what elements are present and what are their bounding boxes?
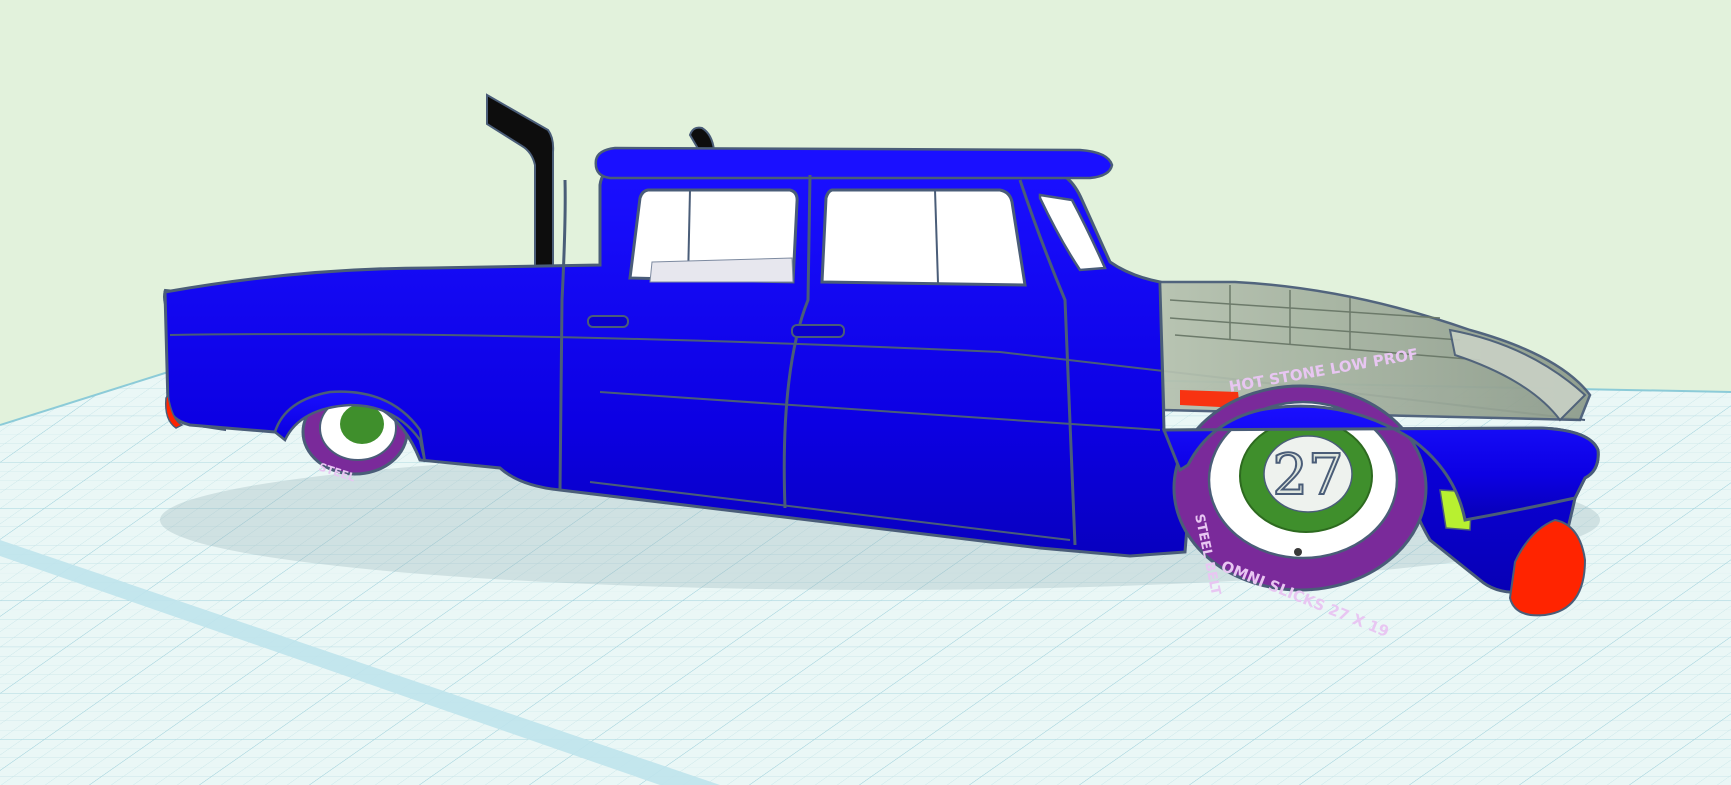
valve-stem xyxy=(1294,548,1302,556)
3d-viewport[interactable]: STEEL 27 HOT STONE LOW PROF OMNI SLICKS … xyxy=(0,0,1731,785)
tire-number: 27 xyxy=(1272,443,1343,508)
rear-door-handle[interactable] xyxy=(587,315,629,328)
seat-back-visible xyxy=(649,257,794,283)
front-door-handle[interactable] xyxy=(791,324,845,338)
front-door-window[interactable] xyxy=(820,188,1027,287)
scene-canvas[interactable]: STEEL 27 HOT STONE LOW PROF OMNI SLICKS … xyxy=(0,0,1731,785)
cab-roof[interactable] xyxy=(594,146,1114,180)
